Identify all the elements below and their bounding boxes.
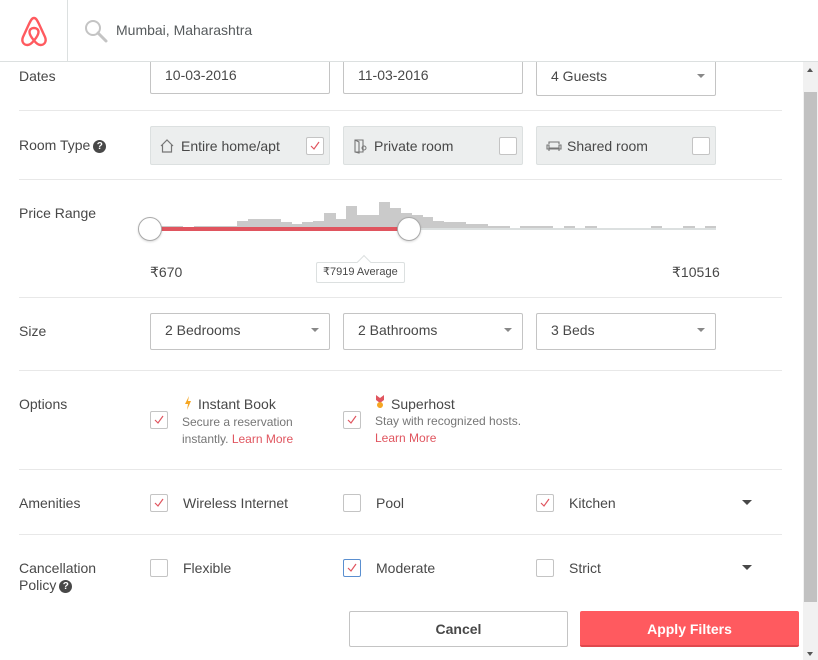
door-icon [354, 139, 367, 154]
checkmark-icon [347, 415, 357, 424]
amenities-label: Amenities [19, 495, 81, 511]
lightning-icon [185, 396, 191, 410]
histogram-bar [345, 205, 358, 228]
scrollbar[interactable] [803, 62, 818, 660]
strict-label: Strict [569, 560, 601, 576]
divider [19, 370, 782, 371]
couch-icon [546, 141, 562, 151]
slider-selected-range [150, 227, 409, 231]
slider-handle-max[interactable] [396, 217, 421, 241]
moderate-checkbox[interactable] [343, 559, 361, 577]
wireless-internet-label: Wireless Internet [183, 495, 289, 511]
guests-select[interactable]: 4 Guests [536, 62, 716, 96]
chevron-down-icon [311, 328, 319, 332]
instant-book-learn-more-link[interactable]: Learn More [232, 432, 293, 446]
superhost-badge-icon [376, 395, 384, 408]
checkmark-icon [310, 141, 320, 150]
chevron-down-icon [697, 328, 705, 332]
search-icon [85, 20, 108, 43]
chevron-down-icon [504, 328, 512, 332]
bedrooms-select[interactable]: 2 Bedrooms [150, 313, 330, 350]
superhost-checkbox[interactable] [343, 411, 361, 429]
size-label: Size [19, 323, 47, 339]
divider [19, 534, 782, 535]
checkmark-icon [540, 498, 550, 507]
bathrooms-value: 2 Bathrooms [358, 322, 438, 338]
search-input[interactable]: Mumbai, Maharashtra [116, 22, 252, 38]
top-bar: Mumbai, Maharashtra [0, 0, 818, 62]
bedrooms-value: 2 Bedrooms [165, 322, 241, 338]
room-type-private-room[interactable]: Private room [343, 126, 523, 165]
strict-checkbox[interactable] [536, 559, 554, 577]
wireless-internet-checkbox[interactable] [150, 494, 168, 512]
histogram-bar [422, 216, 434, 228]
filters-panel: Dates 10-03-2016 11-03-2016 4 Guests Roo… [0, 62, 803, 660]
cancellation-expand-icon[interactable] [742, 565, 752, 570]
dates-label: Dates [19, 68, 56, 84]
histogram-bar [324, 213, 336, 228]
entire-home-checkbox[interactable] [306, 137, 324, 155]
kitchen-checkbox[interactable] [536, 494, 554, 512]
help-icon[interactable]: ? [93, 140, 107, 153]
bathrooms-select[interactable]: 2 Bathrooms [343, 313, 523, 350]
flexible-checkbox[interactable] [150, 559, 168, 577]
checkmark-icon [347, 563, 357, 572]
checkmark-icon [154, 498, 164, 507]
cancellation-policy-label: Cancellation Policy? [19, 560, 96, 594]
beds-select[interactable]: 3 Beds [536, 313, 716, 350]
scrollbar-thumb[interactable] [804, 92, 817, 602]
divider [19, 297, 782, 298]
price-slider[interactable] [138, 190, 717, 241]
scroll-up-arrow-icon[interactable] [807, 68, 813, 72]
cancellation-label-line2: Policy [19, 577, 57, 593]
checkin-input[interactable]: 10-03-2016 [150, 62, 330, 94]
home-icon [160, 139, 174, 153]
instant-book-desc: Secure a reservation instantly. Learn Mo… [182, 414, 312, 448]
cancel-button[interactable]: Cancel [349, 611, 568, 647]
chevron-down-icon [697, 74, 705, 78]
options-label: Options [19, 396, 68, 412]
superhost-learn-more-link[interactable]: Learn More [375, 431, 436, 445]
price-min-label: ₹670 [150, 264, 183, 280]
instant-book-checkbox[interactable] [150, 411, 168, 429]
histogram-bar [433, 220, 445, 228]
guests-value: 4 Guests [551, 68, 608, 84]
room-type-label-text: Private room [374, 138, 454, 154]
kitchen-label: Kitchen [569, 495, 616, 511]
room-type-label-text: Room Type [19, 137, 91, 153]
help-icon[interactable]: ? [59, 580, 73, 593]
airbnb-logo-icon [20, 16, 47, 47]
pool-label: Pool [376, 495, 405, 511]
cancellation-label-line1: Cancellation [19, 560, 97, 576]
pool-checkbox[interactable] [343, 494, 361, 512]
beds-value: 3 Beds [551, 322, 595, 338]
price-range-label: Price Range [19, 205, 97, 221]
histogram-bar [378, 202, 390, 228]
shared-room-checkbox[interactable] [692, 137, 710, 155]
superhost-desc-text: Stay with recognized hosts. [375, 414, 522, 428]
price-average-tooltip: ₹7919 Average [316, 262, 405, 283]
room-type-shared-room[interactable]: Shared room [536, 126, 716, 165]
room-type-label-text: Entire home/apt [181, 138, 280, 154]
room-type-label-text: Shared room [567, 138, 648, 154]
room-type-label: Room Type? [19, 137, 107, 153]
instant-book-title: Instant Book [198, 396, 276, 412]
checkout-input[interactable]: 11-03-2016 [343, 62, 523, 94]
divider [19, 110, 782, 111]
divider [19, 179, 782, 180]
flexible-label: Flexible [183, 560, 232, 576]
price-max-label: ₹10516 [672, 264, 720, 280]
superhost-title: Superhost [391, 396, 455, 412]
divider [19, 469, 782, 470]
room-type-entire-home[interactable]: Entire home/apt [150, 126, 330, 165]
moderate-label: Moderate [376, 560, 436, 576]
apply-filters-button[interactable]: Apply Filters [580, 611, 799, 647]
superhost-desc: Stay with recognized hosts. Learn More [375, 413, 545, 447]
checkmark-icon [154, 415, 164, 424]
amenities-expand-icon[interactable] [742, 500, 752, 505]
slider-handle-min[interactable] [138, 217, 162, 241]
private-room-checkbox[interactable] [499, 137, 517, 155]
scroll-down-arrow-icon[interactable] [807, 652, 813, 656]
airbnb-logo[interactable] [0, 0, 68, 62]
